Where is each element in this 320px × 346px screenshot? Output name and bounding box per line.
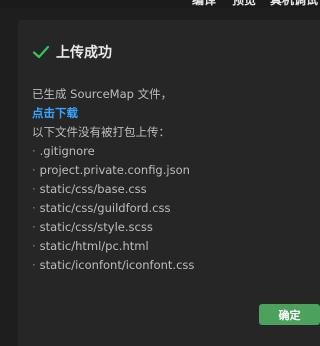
dialog-body: 已生成 SourceMap 文件， 点击下载 以下文件没有被打包上传： · .gi… [32,85,302,275]
bullet: · [32,163,36,177]
bullet: · [32,144,36,158]
file-name: static/iconfont/iconfont.css [39,258,195,272]
list-item: · static/html/pc.html [32,237,302,256]
list-item: · static/css/base.css [32,180,302,199]
file-name: project.private.config.json [39,163,190,177]
upload-success-dialog: 上传成功 已生成 SourceMap 文件， 点击下载 以下文件没有被打包上传：… [18,20,320,346]
download-link[interactable]: 点击下载 [32,104,302,123]
toolbar-compile[interactable]: 编译 [192,0,216,8]
file-name: static/css/style.scss [39,220,153,234]
check-icon [32,43,50,61]
toolbar-preview[interactable]: 预览 [232,0,256,8]
file-name: static/html/pc.html [39,239,149,253]
confirm-button[interactable]: 确定 [259,304,320,325]
bullet: · [32,201,36,215]
bullet: · [32,220,36,234]
list-item: · .gitignore [32,142,302,161]
bullet: · [32,239,36,253]
dialog-title: 上传成功 [56,45,112,61]
toolbar-device-debug[interactable]: 真机调试 [270,0,318,8]
dialog-title-row: 上传成功 [32,42,112,62]
file-name: static/css/guildford.css [39,201,171,215]
bullet: · [32,182,36,196]
file-list: · .gitignore · project.private.config.json… [32,142,302,275]
list-item: · static/css/style.scss [32,218,302,237]
list-item: · static/iconfont/iconfont.css [32,256,302,275]
list-item: · project.private.config.json [32,161,302,180]
top-toolbar: 编译 预览 真机调试 [0,0,320,8]
file-name: .gitignore [39,144,95,158]
bullet: · [32,258,36,272]
sourcemap-message: 已生成 SourceMap 文件， [32,87,173,101]
file-name: static/css/base.css [39,182,147,196]
list-item: · static/css/guildford.css [32,199,302,218]
not-uploaded-heading: 以下文件没有被打包上传： [32,125,170,139]
